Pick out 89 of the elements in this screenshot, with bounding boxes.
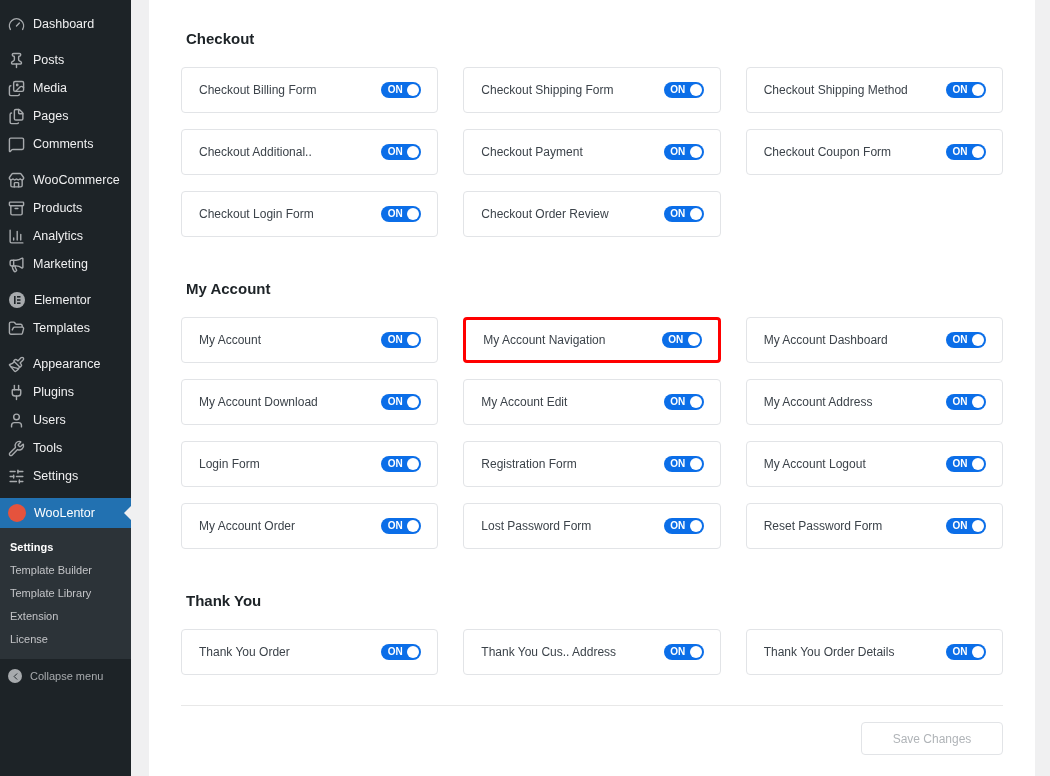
submenu-item[interactable]: License	[0, 628, 131, 651]
toggle-switch[interactable]: ON	[946, 644, 986, 660]
widget-label: My Account Edit	[481, 394, 568, 411]
widget-label: Checkout Coupon Form	[763, 144, 892, 161]
toggle-switch[interactable]: ON	[663, 518, 704, 534]
widget-label: Registration Form	[481, 456, 577, 473]
widget-label: Checkout Order Review	[481, 206, 609, 223]
menu-item[interactable]: Analytics	[0, 222, 131, 250]
section-title: Thank You	[185, 591, 263, 611]
submenu-item[interactable]: Extension	[0, 605, 131, 628]
widget-label: Checkout Billing Form	[199, 82, 317, 99]
menu-item[interactable]: Comments	[0, 130, 131, 158]
submenu-item[interactable]: Template Builder	[0, 559, 131, 582]
menu-item[interactable]: Plugins	[0, 378, 131, 406]
toggle-switch[interactable]: ON	[381, 518, 422, 534]
widget-label: Thank You Order Details	[763, 644, 895, 661]
sliders-icon	[8, 467, 25, 485]
toggle-switch[interactable]: ON	[381, 644, 422, 660]
toggle-switch[interactable]: ON	[381, 394, 422, 410]
toggle-switch[interactable]: ON	[381, 206, 422, 222]
menu-item[interactable]: Marketing	[0, 250, 131, 278]
submenu-item[interactable]: Settings	[0, 536, 131, 559]
menu-item[interactable]: Settings	[0, 462, 131, 490]
menu-item[interactable]: Products	[0, 194, 131, 222]
widget-label: Reset Password Form	[763, 518, 883, 535]
menu-item[interactable]: Tools	[0, 434, 131, 462]
toggle-switch[interactable]: ON	[663, 394, 704, 410]
toggle-switch[interactable]: ON	[663, 644, 704, 660]
toggle-switch[interactable]: ON	[663, 456, 704, 472]
toggle-switch[interactable]: ON	[381, 144, 422, 160]
widget-label: Checkout Shipping Form	[481, 82, 614, 99]
widget-label: My Account Order	[199, 518, 296, 535]
widget-label: My Account Dashboard	[763, 332, 888, 349]
widget-label: Checkout Payment	[481, 144, 583, 161]
toggle-switch[interactable]: ON	[946, 332, 986, 348]
megaphone-icon	[8, 255, 25, 273]
archive-icon	[8, 199, 25, 217]
user-icon	[8, 411, 25, 429]
folder-icon	[8, 319, 25, 337]
widget-label: Checkout Additional..	[199, 144, 312, 161]
widget-label: Login Form	[199, 456, 260, 473]
widget-label: My Account Logout	[763, 456, 866, 473]
menu-item[interactable]: Users	[0, 406, 131, 434]
widget-label: My Account	[199, 332, 262, 349]
toggle-switch[interactable]: ON	[381, 456, 422, 472]
wrench-icon	[8, 439, 25, 457]
images-icon	[8, 79, 25, 97]
widget-label: Checkout Login Form	[199, 206, 314, 223]
toggle-switch[interactable]: ON	[663, 144, 704, 160]
bar-chart-icon	[8, 227, 25, 245]
logo-icon	[8, 504, 26, 522]
menu-item[interactable]: Pages	[0, 102, 131, 130]
toggle-switch[interactable]: ON	[946, 82, 986, 98]
toggle-switch[interactable]: ON	[946, 456, 986, 472]
toggle-switch[interactable]: ON	[381, 332, 422, 348]
toggle-switch[interactable]: ON	[663, 206, 704, 222]
toggle-switch[interactable]: ON	[946, 144, 986, 160]
menu-item[interactable]: WooCommerce	[0, 166, 131, 194]
widget-label: Lost Password Form	[481, 518, 592, 535]
widget-label: My Account Navigation	[483, 332, 606, 349]
widget-label: Thank You Cus.. Address	[481, 644, 617, 661]
menu-item[interactable]: Dashboard	[0, 10, 131, 38]
menu-item[interactable]: Elementor	[0, 286, 131, 314]
pin-icon	[8, 51, 25, 69]
gauge-icon	[8, 15, 25, 33]
comment-icon	[8, 135, 25, 153]
collapse-icon	[8, 669, 22, 683]
collapse-menu-button[interactable]: Collapse menu	[0, 661, 131, 691]
paintbrush-icon	[8, 355, 25, 373]
widget-label: Checkout Shipping Method	[763, 82, 908, 99]
menu-item[interactable]: Templates	[0, 314, 131, 342]
section-title: My Account	[185, 279, 272, 299]
menu-item[interactable]: Media	[0, 74, 131, 102]
widget-label: My Account Address	[763, 394, 873, 411]
toggle-switch[interactable]: ON	[946, 394, 986, 410]
toggle-switch[interactable]: ON	[661, 332, 702, 348]
section-title: Checkout	[185, 29, 256, 49]
submenu-item[interactable]: Template Library	[0, 582, 131, 605]
menu-item[interactable]: WooLentor	[0, 498, 131, 528]
menu-item[interactable]: Posts	[0, 46, 131, 74]
elementor-icon	[8, 291, 26, 309]
store-icon	[8, 171, 25, 189]
toggle-switch[interactable]: ON	[381, 82, 422, 98]
widget-label: Thank You Order	[199, 644, 290, 661]
widget-label: My Account Download	[199, 394, 318, 411]
menu-item[interactable]: Appearance	[0, 350, 131, 378]
toggle-switch[interactable]: ON	[946, 518, 986, 534]
toggle-switch[interactable]: ON	[663, 82, 704, 98]
pages-icon	[8, 107, 25, 125]
